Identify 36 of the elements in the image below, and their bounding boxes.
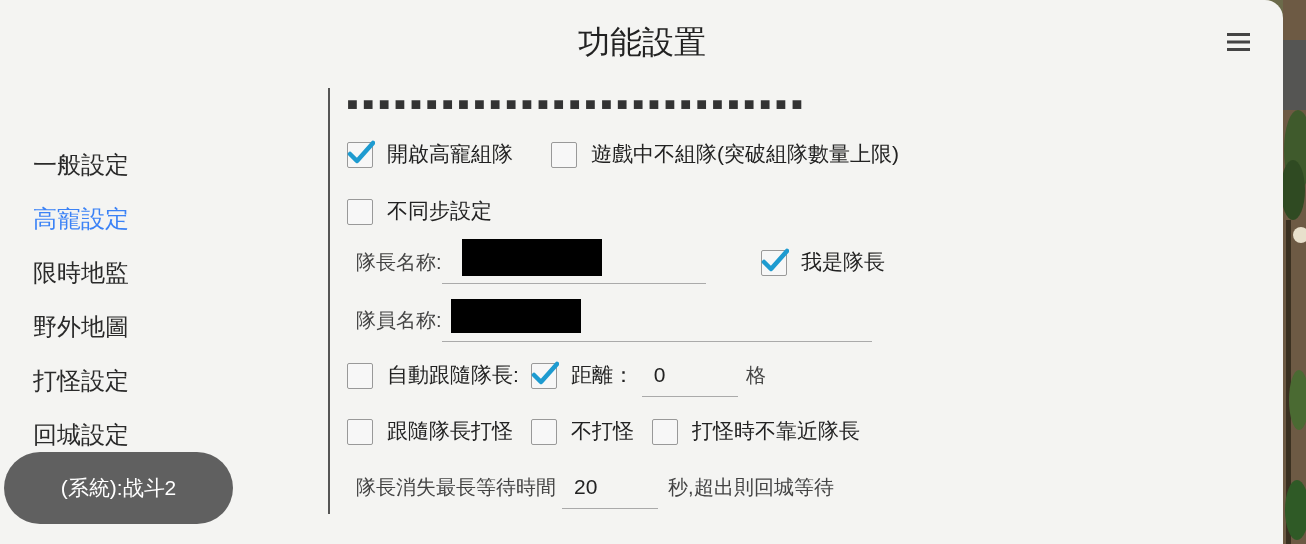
checkbox[interactable] [530,361,559,389]
checkbox-label: 跟隨隊長打怪 [387,418,513,445]
field-label: 格 [745,363,766,388]
field-label: 隊長名称: [356,250,442,275]
sidebar-item[interactable]: 限時地監 [33,256,129,289]
checkbox[interactable] [551,140,579,168]
field-label: 隊長消失最長等待時間 [356,475,556,500]
checkbox-label: 自動跟隨隊長: [387,362,519,389]
input-field[interactable]: 0 [641,353,738,397]
toast-message: (系統):战斗2 [4,452,233,524]
checkbox-label: 開啟高寵組隊 [387,141,513,168]
input-field[interactable] [441,240,706,284]
checkbox-label: 遊戲中不組隊(突破組隊數量上限) [591,141,899,168]
checkbox[interactable] [760,248,789,276]
checkbox-label: 距離： [570,362,634,389]
checkbox-label: 打怪時不靠近隊長 [692,418,860,445]
checkbox[interactable] [347,197,375,225]
window-title: 功能設置 [577,23,706,62]
checkbox[interactable] [347,361,375,389]
sidebar-item[interactable]: 回城設定 [33,418,129,451]
sidebar-item[interactable]: 打怪設定 [33,364,129,397]
field-label: 秒,超出則回城等待 [668,475,834,500]
checkbox-label: 不打怪 [571,418,634,445]
checkbox[interactable] [347,140,375,168]
input-field[interactable]: 20 [562,465,658,509]
checkbox[interactable] [531,417,559,445]
field-label: 隊員名称: [356,308,442,333]
checkbox[interactable] [347,417,375,445]
sidebar-item[interactable]: 一般設定 [33,148,129,181]
checkbox-label: 不同步設定 [387,198,492,225]
menu-icon[interactable] [1227,32,1250,52]
input-field[interactable] [441,298,872,342]
sidebar-item[interactable]: 野外地圖 [33,310,129,343]
header-marks: ■■■■■■■■■■■■■■■■■■■■■■■■■■■■■ [347,94,808,114]
checkbox[interactable] [652,417,680,445]
checkbox-label: 我是隊長 [800,249,885,276]
